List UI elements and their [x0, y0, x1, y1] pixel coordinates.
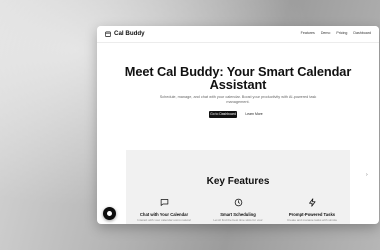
hero-subtitle: Schedule, manage, and chat with your cal… [159, 95, 317, 104]
feature-card-chat: Chat with Your Calendar Interact with yo… [128, 198, 200, 221]
learn-more-button[interactable]: Learn More [242, 111, 266, 118]
nav-link-dashboard[interactable]: Dashboard [353, 31, 371, 36]
features-section: Key Features Chat with Your Calendar Int… [126, 150, 350, 224]
hero-title: Meet Cal Buddy: Your Smart Calendar Assi… [97, 65, 379, 91]
feature-desc-chat: Interact with your calendar using natura… [137, 218, 191, 221]
feature-card-scheduling: Smart Scheduling Let AI find the best ti… [202, 198, 274, 221]
record-dot-icon [107, 211, 112, 216]
brand-logo[interactable]: Cal Buddy [105, 30, 145, 38]
hero-title-line2: Assistant [209, 77, 267, 92]
clock-icon [234, 198, 242, 207]
features-title: Key Features [206, 176, 270, 187]
nav-link-pricing[interactable]: Pricing [336, 31, 347, 36]
record-button[interactable] [103, 207, 116, 220]
feature-title-chat: Chat with Your Calendar [139, 212, 189, 217]
top-navbar: Cal Buddy Features Demo Pricing Dashboar… [97, 26, 379, 43]
go-to-dashboard-button[interactable]: Go to Dashboard [209, 111, 237, 118]
brand-name: Cal Buddy [114, 30, 145, 37]
feature-title-tasks: Prompt-Powered Tasks [288, 212, 336, 217]
nav-link-features[interactable]: Features [301, 31, 315, 36]
browser-window: Cal Buddy Features Demo Pricing Dashboar… [97, 26, 379, 224]
feature-title-scheduling: Smart Scheduling [220, 212, 256, 217]
nav-links: Features Demo Pricing Dashboard [301, 31, 371, 36]
lightning-icon [308, 198, 315, 207]
calendar-icon [105, 31, 111, 37]
feature-desc-scheduling: Let AI find the best time slots for your [213, 218, 263, 221]
nav-link-demo[interactable]: Demo [321, 31, 331, 36]
feature-card-tasks: Prompt-Powered Tasks Create and manage t… [276, 198, 348, 221]
chat-icon [160, 199, 168, 206]
feature-desc-tasks: Create and manage tasks with simple [286, 218, 338, 221]
chevron-right-icon: › [366, 172, 368, 178]
